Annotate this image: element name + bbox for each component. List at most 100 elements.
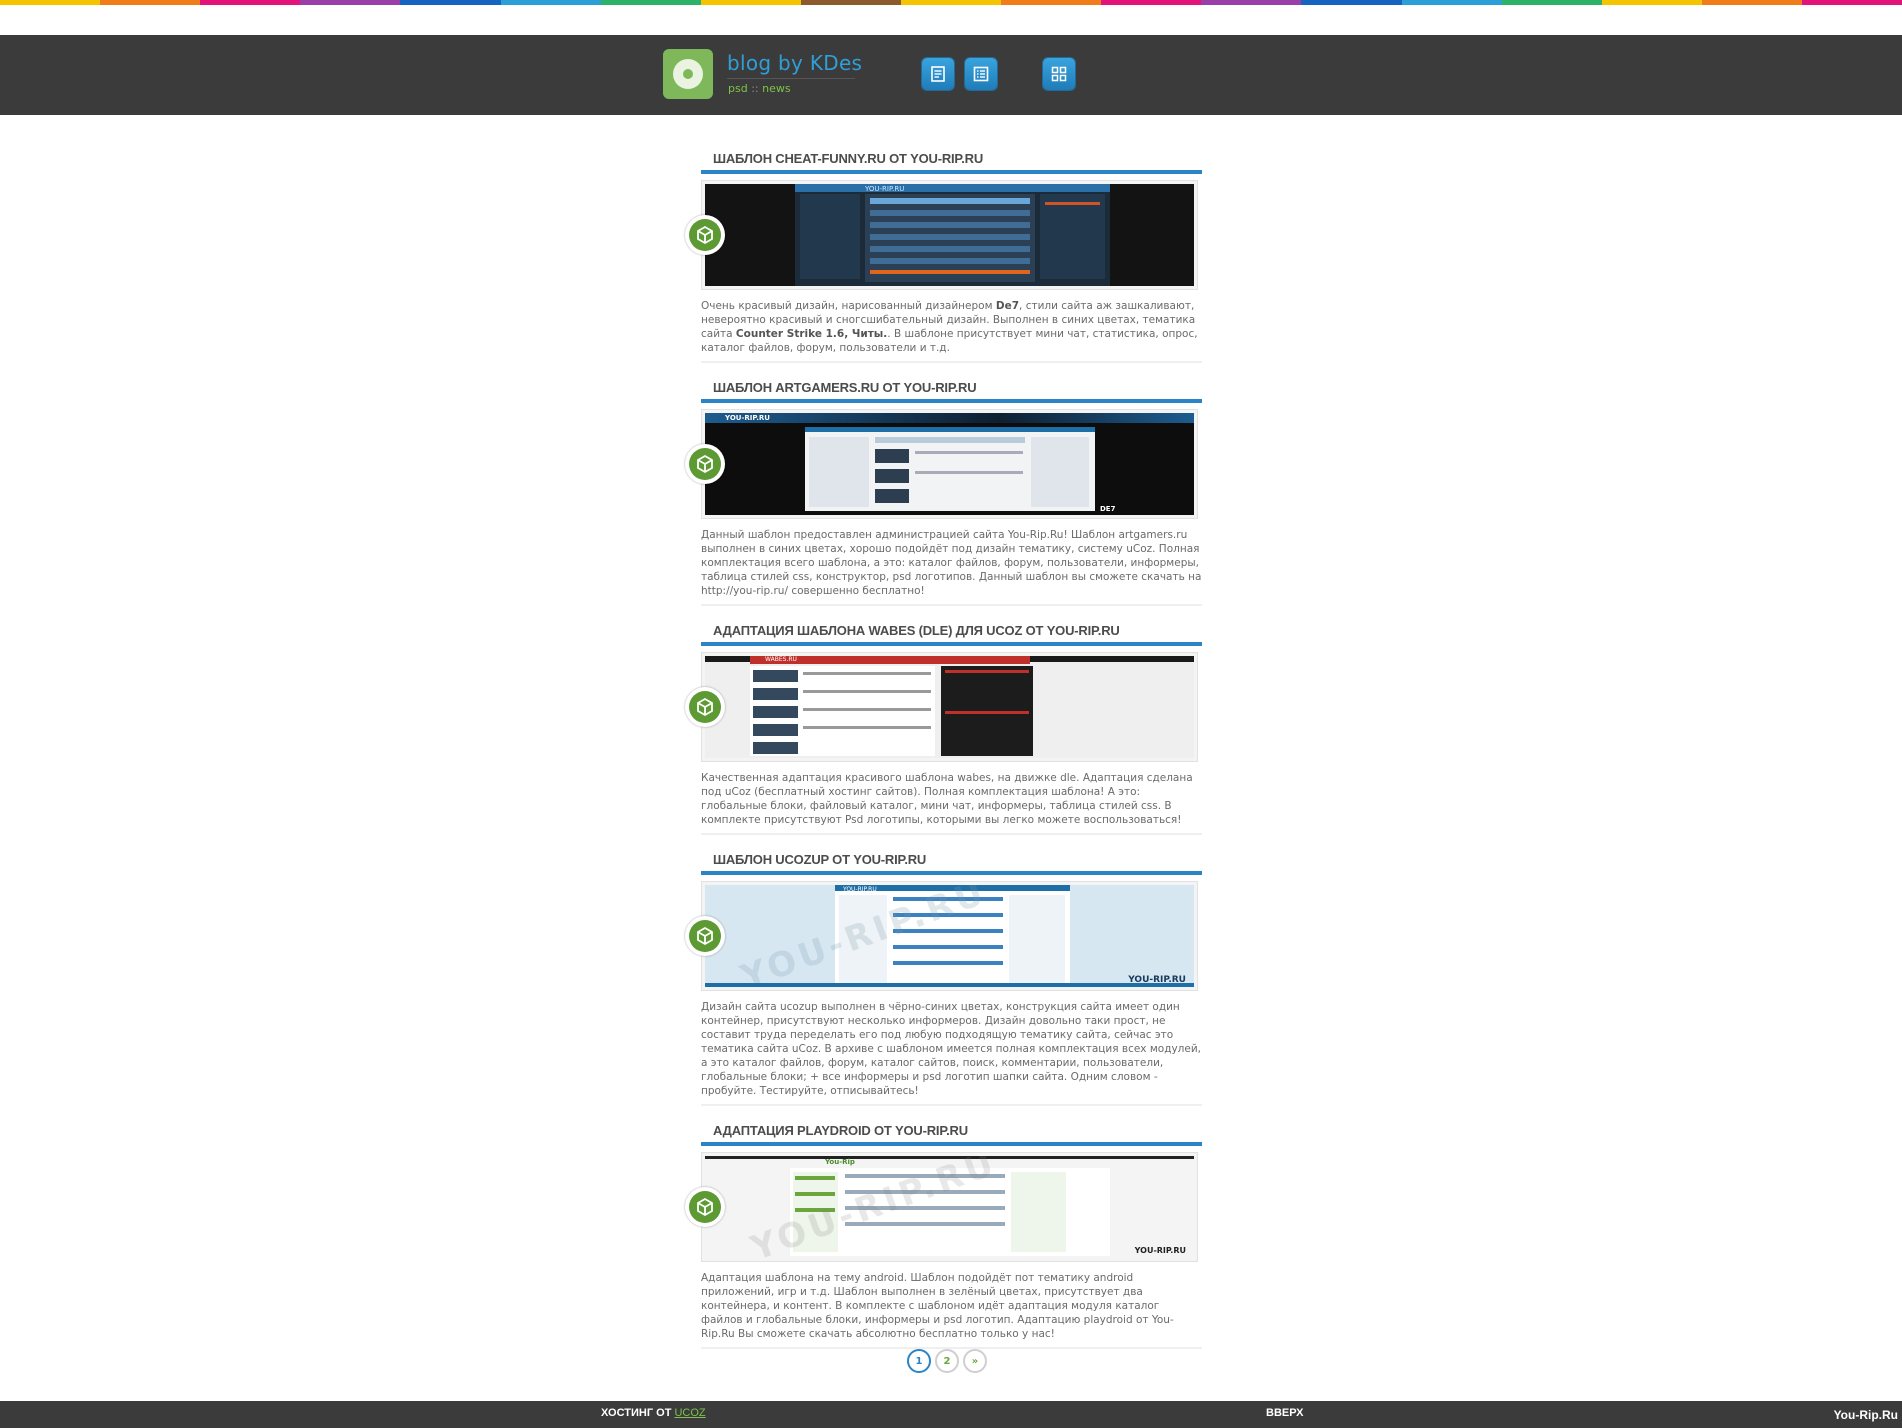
posts-icon [931,66,945,82]
download-badge[interactable] [685,916,725,956]
post-title[interactable]: Шаблон cheat-funny.ru от You-Rip.Ru [701,148,1202,170]
color-strip [0,0,1902,5]
post-description: Очень красивый дизайн, нарисованный диза… [701,299,1202,361]
site-title[interactable]: blog by KDes [727,51,862,75]
download-icon [689,1191,721,1223]
post: Адаптация playdroid от You-Rip.Ru You-Ri… [685,1120,1202,1349]
site-footer: ХОСТИНГ ОТ UCOZ ВВЕРХ You-Rip.Ru [0,1401,1902,1428]
post-thumbnail[interactable]: WABES.RU [685,652,1198,762]
subtitle-news[interactable]: news [762,82,790,95]
post: Шаблон ucozup от You-Rip.Ru YOU-RIP.RU Y… [685,849,1202,1106]
title-rule [701,399,1202,403]
color-strip-segment [700,0,801,5]
color-strip-segment [1301,0,1402,5]
title-rule [701,170,1202,174]
color-strip-segment [800,0,901,5]
thumbnail-image: WABES.RU [705,656,1194,758]
site-header: blog by KDes psd :: news [0,35,1902,115]
post-description: Данный шаблон предоставлен администрацие… [701,529,1202,597]
desc-bold: De7 [995,300,1020,312]
desc-text: Очень красивый дизайн, нарисованный диза… [701,300,996,312]
thumbnail-caption: You-Rip [825,1158,855,1166]
post: Шаблон cheat-funny.ru от You-Rip.Ru YOU-… [685,148,1202,363]
color-strip-segment [300,0,401,5]
hosting-label: ХОСТИНГ ОТ [601,1407,675,1419]
download-icon [689,448,721,480]
disc-icon [673,59,703,89]
thumbnail-caption-2: YOU-RIP.RU [1134,1246,1186,1255]
thumbnail-caption-2: DE7 [1100,505,1116,513]
download-badge[interactable] [685,1187,725,1227]
post-description: Дизайн сайта ucozup выполнен в чёрно-син… [701,1001,1202,1097]
post-separator [701,604,1202,606]
thumbnail-caption: WABES.RU [765,656,797,663]
download-icon [689,219,721,251]
thumbnail-caption: YOU-RIP.RU [725,414,770,422]
download-icon [689,920,721,952]
post-thumbnail[interactable]: You-Rip YOU-RIP.RU YOU-RIP.RU [685,1152,1198,1262]
color-strip-segment [1201,0,1302,5]
watermark: You-Rip.Ru [1833,1408,1898,1422]
logo[interactable] [663,49,713,99]
post: Адаптация шаблона wabes (DLE) для uCoz о… [685,620,1202,835]
color-strip-segment [1501,0,1602,5]
post-separator [701,361,1202,363]
post-description: Адаптация шаблона на тему android. Шабло… [701,1272,1174,1340]
color-strip-segment [1001,0,1102,5]
color-strip-segment [1701,0,1802,5]
ucoz-link[interactable]: UCOZ [674,1407,705,1419]
color-strip-segment [1101,0,1202,5]
subtitle-psd[interactable]: psd [728,82,748,95]
post-thumbnail[interactable]: YOU-RIP.RU YOU-RIP.RU YOU-RIP.RU [685,881,1198,991]
list-icon [973,66,989,82]
download-badge[interactable] [685,687,725,727]
download-icon [689,691,721,723]
post-description: Качественная адаптация красивого шаблона… [701,772,1193,826]
hosting-credit: ХОСТИНГ ОТ UCOZ [601,1407,706,1419]
title-rule [701,871,1202,875]
post-separator [701,1104,1202,1106]
color-strip-segment [400,0,501,5]
thumbnail-image: You-Rip YOU-RIP.RU YOU-RIP.RU [705,1156,1194,1258]
download-badge[interactable] [685,215,725,255]
page-2-button[interactable]: 2 [935,1349,959,1373]
title-rule [701,1142,1202,1146]
title-underline [727,78,855,79]
color-strip-segment [600,0,701,5]
desc-bold: Counter Strike 1.6, Читы. [735,328,888,340]
list-button[interactable] [965,58,997,90]
post-title[interactable]: Адаптация playdroid от You-Rip.Ru [701,1120,1202,1142]
download-badge[interactable] [685,444,725,484]
color-strip-segment [900,0,1002,5]
post-thumbnail[interactable]: YOU-RIP.RU DE7 [685,409,1198,519]
thumbnail-image: YOU-RIP.RU YOU-RIP.RU YOU-RIP.RU [705,885,1194,987]
thumbnail-image: YOU-RIP.RU DE7 [705,413,1194,515]
post-thumbnail[interactable]: YOU-RIP.RU [685,180,1198,290]
pagination: 1 2 » [907,1349,987,1373]
post-separator [701,833,1202,835]
page-1-button[interactable]: 1 [907,1349,931,1373]
grid-icon [1051,66,1067,82]
color-strip-segment [1601,0,1702,5]
post: Шаблон artgamers.ru от You-Rip.Ru YOU-RI… [685,377,1202,606]
site-subtitle: psd :: news [728,82,791,95]
posts-button[interactable] [922,58,954,90]
color-strip-segment [100,0,201,5]
color-strip-segment [500,0,601,5]
post-title[interactable]: Шаблон ucozup от You-Rip.Ru [701,849,1202,871]
color-strip-segment [200,0,301,5]
color-strip-segment [0,0,101,5]
subtitle-separator: :: [751,82,759,95]
color-strip-segment [1401,0,1502,5]
thumbnail-caption: YOU-RIP.RU [865,185,905,193]
next-page-button[interactable]: » [963,1349,987,1373]
thumbnail-caption: YOU-RIP.RU [843,886,877,893]
title-rule [701,642,1202,646]
thumbnail-image: YOU-RIP.RU [705,184,1194,286]
posts-list: Шаблон cheat-funny.ru от You-Rip.Ru YOU-… [685,148,1202,1363]
grid-button[interactable] [1043,58,1075,90]
post-title[interactable]: Адаптация шаблона wabes (DLE) для uCoz о… [701,620,1202,642]
back-to-top-link[interactable]: ВВЕРХ [1266,1407,1303,1419]
post-title[interactable]: Шаблон artgamers.ru от You-Rip.Ru [701,377,1202,399]
color-strip-segment [1801,0,1902,5]
